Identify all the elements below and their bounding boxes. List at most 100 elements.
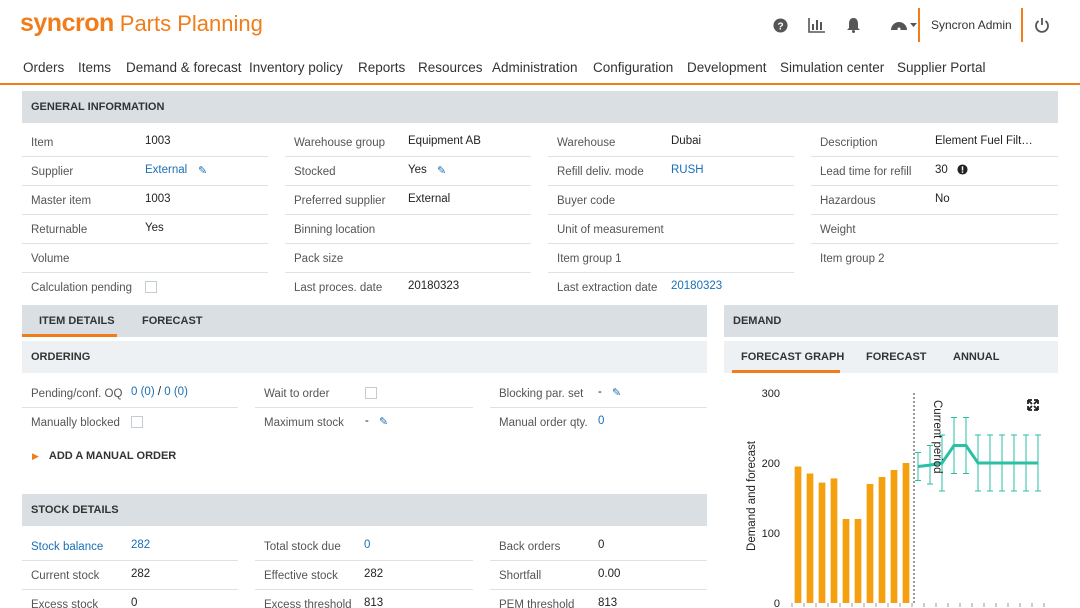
field-label: Shortfall bbox=[499, 570, 542, 582]
reports-chart-icon[interactable] bbox=[808, 16, 826, 34]
edit-pencil-icon[interactable]: ✎ bbox=[437, 164, 446, 177]
user-menu[interactable]: Syncron Admin bbox=[931, 18, 1012, 32]
tab-forecast[interactable]: FORECAST bbox=[142, 315, 203, 327]
manual-order-qty-link[interactable]: 0 bbox=[598, 415, 604, 427]
stock-balance-link[interactable]: Stock balance bbox=[31, 541, 103, 553]
nav-administration[interactable]: Administration bbox=[492, 60, 578, 75]
nav-reports[interactable]: Reports bbox=[358, 60, 405, 75]
nav-demand-forecast[interactable]: Demand & forecast bbox=[126, 60, 242, 75]
field-label: Maximum stock bbox=[264, 417, 344, 429]
field-label: Last extraction date bbox=[557, 282, 658, 294]
field-label: Item bbox=[31, 137, 54, 149]
y-tick-label: 0 bbox=[774, 598, 780, 608]
nav-items[interactable]: Items bbox=[78, 60, 111, 75]
dashboard-gauge-icon[interactable] bbox=[889, 16, 919, 34]
field-maximum-stock: Maximum stock - ✎ bbox=[255, 408, 473, 437]
caret-right-icon: ▶ bbox=[32, 451, 39, 461]
nav-configuration[interactable]: Configuration bbox=[593, 60, 673, 75]
svg-text:?: ? bbox=[777, 21, 783, 32]
field-excess-threshold: Excess threshold 813 bbox=[255, 590, 473, 608]
edit-pencil-icon[interactable]: ✎ bbox=[379, 415, 388, 428]
field-value: 1003 bbox=[145, 135, 171, 147]
field-value: Equipment AB bbox=[408, 135, 481, 147]
tab-item-details[interactable]: ITEM DETAILS bbox=[39, 315, 115, 327]
field-supplier: Supplier External ✎ bbox=[22, 157, 268, 186]
field-last-proces-date: Last proces. date 20180323 bbox=[285, 273, 531, 302]
field-item: Item 1003 bbox=[22, 128, 268, 157]
field-blocking-par-set: Blocking par. set - ✎ bbox=[490, 379, 707, 408]
pending-oq-link[interactable]: 0 (0) bbox=[131, 386, 155, 398]
active-tab-indicator bbox=[732, 370, 840, 373]
field-value: External bbox=[408, 193, 451, 205]
field-value: - bbox=[598, 386, 602, 398]
y-axis-label: Demand and forecast bbox=[746, 440, 758, 551]
field-label: Refill deliv. mode bbox=[557, 166, 644, 178]
info-icon[interactable] bbox=[957, 164, 968, 178]
total-stock-due-link[interactable]: 0 bbox=[364, 539, 370, 551]
demand-bar bbox=[806, 473, 814, 603]
stock-balance-value[interactable]: 282 bbox=[131, 539, 150, 551]
nav-resources[interactable]: Resources bbox=[418, 60, 483, 75]
refill-mode-link[interactable]: RUSH bbox=[671, 164, 704, 176]
field-unit-of-measurement: Unit of measurement bbox=[548, 215, 794, 244]
demand-forecast-chart: 0 100 200 300 Demand and forecast Current p… bbox=[746, 388, 1045, 608]
field-label: Manually blocked bbox=[31, 417, 120, 429]
nav-orders[interactable]: Orders bbox=[23, 60, 64, 75]
wait-to-order-checkbox[interactable] bbox=[365, 387, 377, 399]
demand-bar bbox=[830, 478, 838, 603]
last-extraction-date-link[interactable]: 20180323 bbox=[671, 280, 722, 292]
edit-pencil-icon[interactable]: ✎ bbox=[612, 386, 621, 399]
field-label: Wait to order bbox=[264, 388, 330, 400]
add-manual-order-button[interactable]: ▶ ADD A MANUAL ORDER bbox=[32, 450, 176, 462]
field-value: 813 bbox=[598, 597, 618, 608]
demand-bar bbox=[842, 519, 850, 603]
calculation-pending-checkbox[interactable] bbox=[145, 281, 157, 293]
field-value: Element Fuel Filt… bbox=[935, 135, 1033, 147]
nav-simulation-center[interactable]: Simulation center bbox=[780, 60, 884, 75]
edit-pencil-icon[interactable]: ✎ bbox=[198, 164, 207, 177]
app-logo[interactable]: syncron Parts Planning bbox=[20, 8, 263, 39]
general-information-header: GENERAL INFORMATION bbox=[22, 91, 1058, 123]
field-value: 282 bbox=[364, 568, 384, 580]
field-label: Stocked bbox=[294, 166, 336, 178]
field-label: Pack size bbox=[294, 253, 344, 265]
field-label: Last proces. date bbox=[294, 282, 383, 294]
field-label: Pending/conf. OQ bbox=[31, 388, 123, 400]
manually-blocked-checkbox[interactable] bbox=[131, 416, 143, 428]
expand-icon[interactable] bbox=[1027, 399, 1039, 411]
nav-development[interactable]: Development bbox=[687, 60, 767, 75]
field-label: Excess stock bbox=[31, 599, 99, 608]
field-pending-conf-oq: Pending/conf. OQ 0 (0) / 0 (0) bbox=[22, 379, 238, 408]
notifications-bell-icon[interactable] bbox=[844, 16, 862, 34]
field-label: Buyer code bbox=[557, 195, 616, 207]
supplier-link[interactable]: External bbox=[145, 164, 187, 176]
field-label: Binning location bbox=[294, 224, 376, 236]
field-label: Lead time for refill bbox=[820, 166, 912, 178]
field-wait-to-order: Wait to order bbox=[255, 379, 473, 408]
field-warehouse-group: Warehouse group Equipment AB bbox=[285, 128, 531, 157]
field-back-orders: Back orders 0 bbox=[490, 532, 707, 561]
field-lead-time-for-refill: Lead time for refill 30 bbox=[811, 157, 1058, 186]
field-label: Item group 2 bbox=[820, 253, 885, 265]
field-label: Excess threshold bbox=[264, 599, 352, 608]
field-value: No bbox=[935, 193, 950, 205]
field-shortfall: Shortfall 0.00 bbox=[490, 561, 707, 590]
tab-forecast-graph[interactable]: FORECAST GRAPH bbox=[741, 351, 844, 363]
field-weight: Weight bbox=[811, 215, 1058, 244]
tab-annual[interactable]: ANNUAL bbox=[953, 351, 999, 363]
field-label: PEM threshold bbox=[499, 599, 575, 608]
field-stock-balance: Stock balance 282 bbox=[22, 532, 238, 561]
confirmed-oq-link[interactable]: 0 (0) bbox=[164, 386, 188, 398]
nav-supplier-portal[interactable]: Supplier Portal bbox=[897, 60, 986, 75]
nav-inventory-policy[interactable]: Inventory policy bbox=[249, 60, 343, 75]
demand-tabs-bar: FORECAST GRAPH FORECAST ANNUAL bbox=[724, 341, 1058, 373]
help-icon[interactable]: ? bbox=[771, 16, 789, 34]
field-label: Effective stock bbox=[264, 570, 338, 582]
field-value: 0 bbox=[131, 597, 138, 608]
power-icon[interactable] bbox=[1033, 16, 1051, 34]
field-value: 1003 bbox=[145, 193, 171, 205]
field-pem-threshold: PEM threshold 813 bbox=[490, 590, 707, 608]
tab-demand-forecast[interactable]: FORECAST bbox=[866, 351, 927, 363]
field-label: Manual order qty. bbox=[499, 417, 588, 429]
item-tabs-bar: ITEM DETAILS FORECAST bbox=[22, 305, 707, 337]
